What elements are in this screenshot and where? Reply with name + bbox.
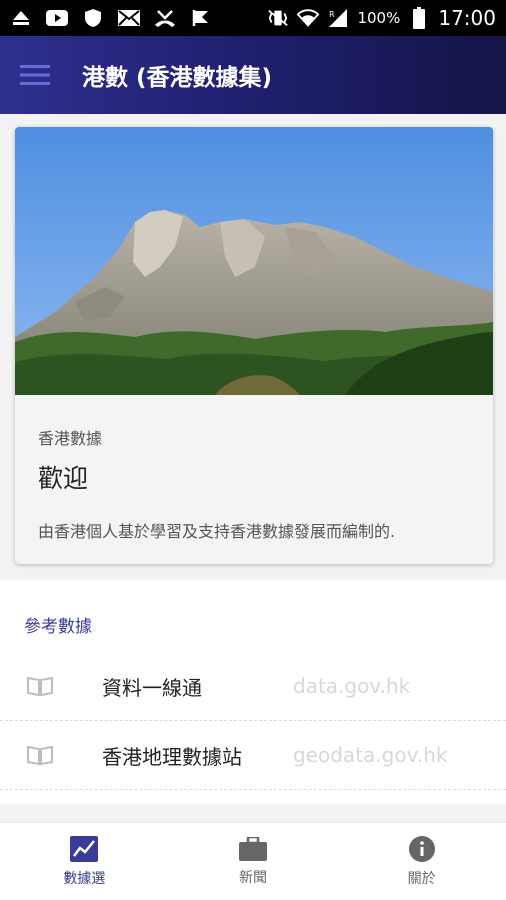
page-title: 港數 (香港數據集) bbox=[82, 65, 273, 91]
nav-tab-news[interactable]: 新聞 bbox=[169, 823, 338, 900]
menu-button[interactable] bbox=[0, 36, 70, 114]
eject-icon bbox=[10, 8, 32, 28]
card-description: 由香港個人基於學習及支持香港數據發展而編制的. bbox=[38, 522, 396, 541]
status-bar: R 100% 17:00 bbox=[0, 0, 506, 36]
missed-call-icon bbox=[154, 8, 176, 28]
wifi-icon bbox=[297, 8, 320, 28]
reference-name: 資料一線通 bbox=[102, 675, 202, 700]
nav-label: 新聞 bbox=[239, 869, 267, 886]
battery-icon bbox=[408, 7, 430, 29]
reference-url[interactable]: geodata.gov.hk bbox=[293, 743, 447, 767]
nav-tab-about[interactable]: 關於 bbox=[337, 823, 506, 900]
mail-icon bbox=[118, 8, 140, 28]
nav-label: 關於 bbox=[407, 870, 436, 887]
welcome-card: 香港數據 歡迎 由香港個人基於學習及支持香港數據發展而編制的. bbox=[15, 127, 493, 564]
card-title: 歡迎 bbox=[38, 464, 89, 493]
flag-icon bbox=[190, 8, 212, 28]
book-icon bbox=[27, 745, 53, 766]
book-icon bbox=[27, 676, 53, 697]
reference-row-data-gov[interactable]: 資料一線通 data.gov.hk bbox=[0, 652, 506, 720]
reference-name: 香港地理數據站 bbox=[102, 744, 242, 769]
youtube-icon bbox=[46, 8, 68, 28]
lion-rock-image bbox=[15, 127, 493, 395]
notification-icons bbox=[10, 8, 212, 28]
info-icon bbox=[408, 835, 435, 862]
vibrate-icon bbox=[267, 8, 289, 28]
briefcase-icon bbox=[239, 836, 267, 861]
nav-label: 數據選 bbox=[63, 870, 106, 887]
bottom-navigation: 數據選 新聞 關於 bbox=[0, 822, 506, 900]
system-status: R 100% 17:00 bbox=[267, 6, 496, 30]
hamburger-icon bbox=[20, 65, 50, 85]
nav-tab-datasets[interactable]: 數據選 bbox=[0, 823, 169, 900]
reference-url[interactable]: data.gov.hk bbox=[293, 674, 410, 698]
chart-icon bbox=[70, 835, 99, 862]
card-kicker: 香港數據 bbox=[38, 429, 103, 448]
clock: 17:00 bbox=[438, 6, 496, 30]
divider bbox=[0, 789, 506, 790]
main-content: 香港數據 歡迎 由香港個人基於學習及支持香港數據發展而編制的. 參考數據 資料一… bbox=[0, 114, 506, 822]
signal-icon: R bbox=[327, 8, 349, 28]
reference-header: 參考數據 bbox=[24, 617, 92, 637]
app-bar: 港數 (香港數據集) bbox=[0, 36, 506, 114]
svg-text:R: R bbox=[329, 10, 335, 19]
reference-row-geodata[interactable]: 香港地理數據站 geodata.gov.hk bbox=[0, 721, 506, 789]
shield-icon bbox=[82, 8, 104, 28]
reference-section: 參考數據 資料一線通 data.gov.hk 香港地理數據站 geodata.g… bbox=[0, 580, 506, 804]
battery-percent: 100% bbox=[357, 9, 401, 27]
